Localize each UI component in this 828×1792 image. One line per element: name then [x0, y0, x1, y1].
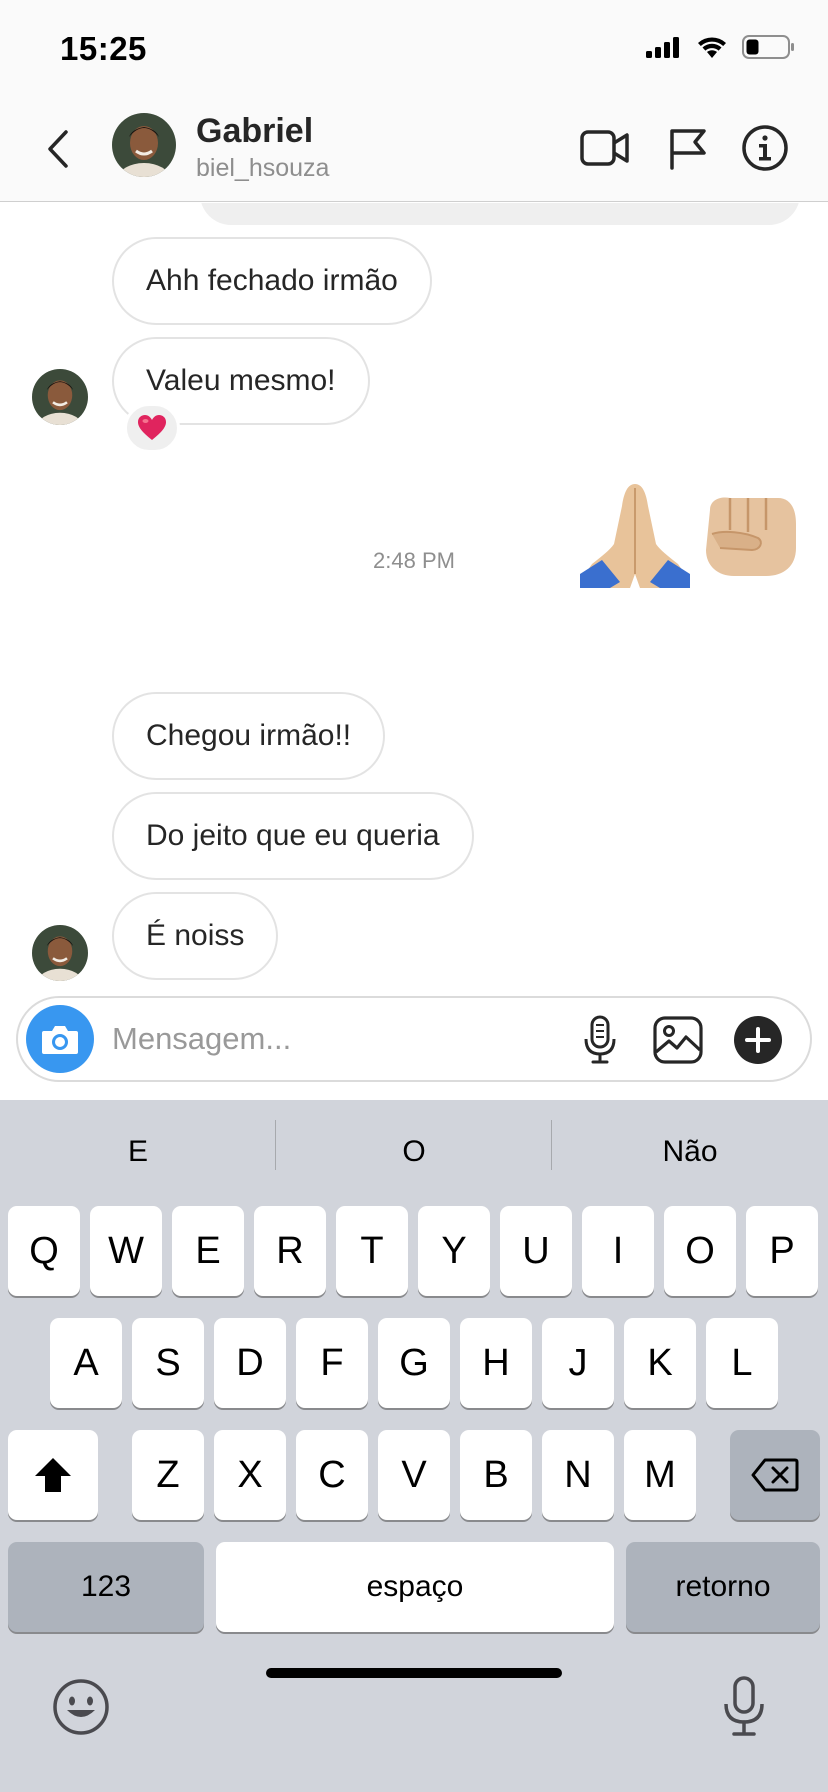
- message-text: É noiss: [146, 919, 245, 952]
- heart-reaction-icon: [138, 415, 166, 440]
- video-call-button[interactable]: [580, 122, 630, 174]
- key-r[interactable]: R: [254, 1206, 326, 1296]
- key-h[interactable]: H: [460, 1318, 532, 1408]
- back-button[interactable]: [38, 124, 78, 174]
- key-y[interactable]: Y: [418, 1206, 490, 1296]
- predictive-suggestions: E O Não: [0, 1100, 828, 1200]
- contact-name[interactable]: Gabriel: [196, 112, 313, 151]
- key-t[interactable]: T: [336, 1206, 408, 1296]
- shift-icon: [35, 1458, 71, 1492]
- previous-message-bubble: [200, 203, 800, 225]
- key-f[interactable]: F: [296, 1318, 368, 1408]
- emoji-icon: [53, 1679, 109, 1735]
- info-button[interactable]: [740, 122, 790, 174]
- message-timestamp: 2:48 PM: [373, 548, 455, 573]
- more-options-button[interactable]: [732, 1012, 784, 1068]
- key-g[interactable]: G: [378, 1318, 450, 1408]
- gallery-icon: [653, 1016, 703, 1064]
- sent-emoji-message[interactable]: [580, 478, 796, 593]
- camera-icon: [42, 1026, 78, 1054]
- key-z[interactable]: Z: [132, 1430, 204, 1520]
- wifi-icon: [698, 37, 726, 58]
- info-icon: [742, 125, 788, 171]
- message-bubble[interactable]: É noiss: [112, 892, 279, 980]
- key-e[interactable]: E: [172, 1206, 244, 1296]
- key-a[interactable]: A: [50, 1318, 122, 1408]
- message-composer: [16, 996, 812, 1082]
- message-bubble[interactable]: Do jeito que eu queria: [112, 792, 474, 880]
- suggestion-3[interactable]: Não: [552, 1122, 828, 1182]
- message-input[interactable]: [112, 1016, 492, 1062]
- key-w[interactable]: W: [90, 1206, 162, 1296]
- status-bar: 15:25: [0, 0, 828, 96]
- key-k[interactable]: K: [624, 1318, 696, 1408]
- message-bubble[interactable]: Ahh fechado irmão: [112, 237, 432, 325]
- message-thread[interactable]: Ahh fechado irmão Valeu mesmo! 2:48 PM C…: [0, 203, 828, 983]
- backspace-icon: [751, 1458, 799, 1492]
- profile-photo: [112, 113, 176, 177]
- sender-avatar[interactable]: [32, 925, 88, 981]
- key-p[interactable]: P: [746, 1206, 818, 1296]
- space-key[interactable]: espaço: [216, 1542, 614, 1632]
- battery-icon: [742, 35, 794, 59]
- key-l[interactable]: L: [706, 1318, 778, 1408]
- suggestion-2[interactable]: O: [276, 1122, 552, 1182]
- message-text: Chegou irmão!!: [146, 719, 352, 752]
- backspace-key[interactable]: [730, 1430, 820, 1520]
- key-j[interactable]: J: [542, 1318, 614, 1408]
- sender-avatar[interactable]: [32, 369, 88, 425]
- message-bubble[interactable]: Chegou irmão!!: [112, 692, 386, 780]
- back-icon: [48, 130, 68, 168]
- suggestion-1[interactable]: E: [0, 1122, 276, 1182]
- gallery-button[interactable]: [652, 1012, 704, 1068]
- key-o[interactable]: O: [664, 1206, 736, 1296]
- message-text: Valeu mesmo!: [146, 364, 336, 397]
- key-x[interactable]: X: [214, 1430, 286, 1520]
- flag-icon: [670, 129, 706, 170]
- message-reaction[interactable]: [124, 403, 180, 453]
- contact-username[interactable]: biel_hsouza: [196, 154, 329, 183]
- key-s[interactable]: S: [132, 1318, 204, 1408]
- key-m[interactable]: M: [624, 1430, 696, 1520]
- numbers-key[interactable]: 123: [8, 1542, 204, 1632]
- key-c[interactable]: C: [296, 1430, 368, 1520]
- profile-photo: [32, 369, 88, 425]
- profile-photo: [32, 925, 88, 981]
- emoji-keyboard-button[interactable]: [52, 1678, 112, 1738]
- status-time: 15:25: [60, 30, 147, 67]
- dictation-button[interactable]: [722, 1676, 770, 1740]
- camera-button[interactable]: [26, 1005, 94, 1073]
- cellular-signal-icon: [646, 37, 679, 58]
- key-b[interactable]: B: [460, 1430, 532, 1520]
- key-n[interactable]: N: [542, 1430, 614, 1520]
- message-text: Ahh fechado irmão: [146, 264, 398, 297]
- message-text: Do jeito que eu queria: [146, 819, 440, 852]
- shift-key[interactable]: [8, 1430, 98, 1520]
- key-v[interactable]: V: [378, 1430, 450, 1520]
- conversation-header: Gabriel biel_hsouza: [0, 96, 828, 202]
- on-screen-keyboard: E O Não Q W E R T Y U I O P A S D F G H …: [0, 1100, 828, 1792]
- microphone-icon: [584, 1015, 616, 1064]
- home-indicator[interactable]: [266, 1668, 562, 1678]
- report-button[interactable]: [666, 122, 708, 174]
- key-q[interactable]: Q: [8, 1206, 80, 1296]
- dictation-icon: [724, 1676, 764, 1736]
- return-key[interactable]: retorno: [626, 1542, 820, 1632]
- status-icons: [646, 34, 796, 60]
- key-u[interactable]: U: [500, 1206, 572, 1296]
- voice-message-button[interactable]: [578, 1012, 622, 1068]
- key-i[interactable]: I: [582, 1206, 654, 1296]
- key-d[interactable]: D: [214, 1318, 286, 1408]
- add-icon: [734, 1016, 782, 1064]
- header-avatar[interactable]: [112, 113, 176, 177]
- video-call-icon: [580, 130, 629, 166]
